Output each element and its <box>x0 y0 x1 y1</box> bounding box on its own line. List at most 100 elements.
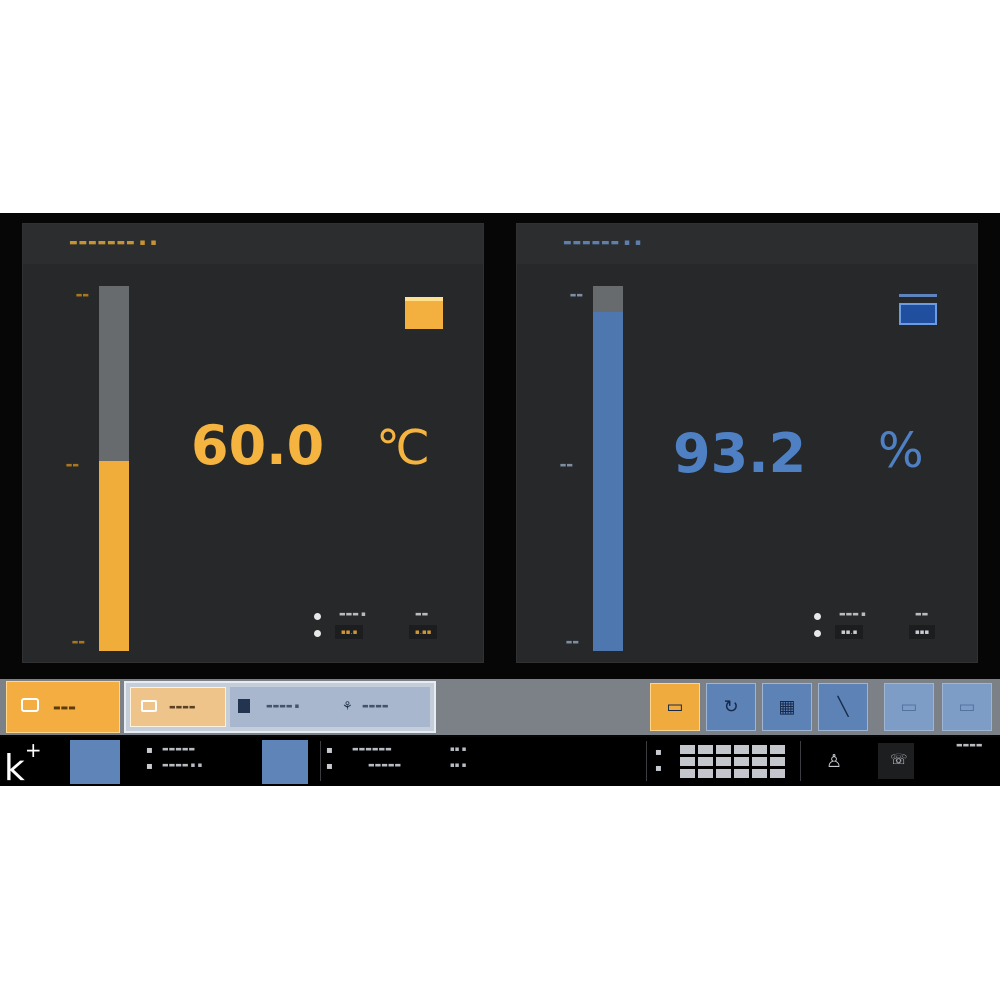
temperature-output-label: ▬▬ <box>415 610 429 618</box>
humidity-status-dot-1 <box>814 613 821 620</box>
temperature-setpoint-label: ▬▬▬ ▪ <box>339 610 366 618</box>
temperature-panel: ▬▬▬▬▬▬▬ ▪ ▪ ▬▬ ▬▬ ▬▬ 60.0 ℃ ▬▬▬ ▪ ▬▬ ▪▪.… <box>22 223 484 663</box>
program-button[interactable]: ▬▬▬▬ ▪ ⚘ ▬▬▬▬ <box>230 687 430 727</box>
refresh-icon: ↻ <box>723 696 739 718</box>
status-text-7: ▬▬▬▬ <box>956 741 983 749</box>
humidity-setpoint-value: ▪▪.▪ <box>835 625 864 639</box>
temperature-folder-icon[interactable] <box>405 297 443 329</box>
curve-button[interactable]: ╲ <box>818 683 868 731</box>
temperature-panel-title: ▬▬▬▬▬▬▬ ▪ ▪ <box>69 238 158 248</box>
humidity-level-fill <box>593 311 623 651</box>
temperature-scale-mid: ▬▬ <box>65 461 79 469</box>
folder-icon <box>238 699 250 713</box>
status-icon-5: ▪ <box>655 747 662 758</box>
status-grid-cell <box>698 757 713 766</box>
temperature-unit: ℃ <box>376 420 430 476</box>
humidity-unit: % <box>878 423 924 479</box>
humidity-panel-title: ▬▬▬▬▬▬ ▪ ▪ <box>563 238 642 248</box>
status-icon-6: ▪ <box>655 763 662 774</box>
monitor-button-label: ▬▬▬ <box>53 703 76 712</box>
window-button-1[interactable]: ▭ <box>884 683 934 731</box>
view-button-group: ▬▬▬▬ ▬▬▬▬ ▪ ⚘ ▬▬▬▬ <box>124 681 436 733</box>
temperature-setpoint-value: ▪▪.▪ <box>335 625 364 639</box>
status-grid-cell <box>734 769 749 778</box>
bottom-toolbar: ▬▬▬ ▬▬▬▬ ▬▬▬▬ ▪ ⚘ ▬▬▬▬ ▭ ↻ ▦ ╲ ▭ ▭ <box>0 679 1000 735</box>
grid-button[interactable]: ▦ <box>762 683 812 731</box>
status-text-4: ▬▬▬▬▬ <box>368 761 402 769</box>
status-grid-cell <box>734 757 749 766</box>
status-tile-1[interactable] <box>70 740 120 784</box>
status-separator-3 <box>800 741 801 781</box>
status-grid-cell <box>752 745 767 754</box>
humidity-output-value: ▪▪▪ <box>909 625 936 639</box>
status-text-6: ▪▪ ▪ <box>450 761 467 769</box>
control-screen: ▬▬▬▬▬▬▬ ▪ ▪ ▬▬ ▬▬ ▬▬ 60.0 ℃ ▬▬▬ ▪ ▬▬ ▪▪.… <box>0 213 1000 786</box>
curve-icon: ╲ <box>837 696 849 718</box>
program-button-label: ▬▬▬▬ ▪ <box>266 702 300 710</box>
network-icon: ⚘ <box>342 699 353 713</box>
status-icon-3: ▪ <box>326 745 333 756</box>
status-grid-cell <box>770 769 785 778</box>
temperature-scale-max: ▬▬ <box>75 291 89 299</box>
status-text-2: ▬▬▬▬ ▪ ▪ <box>162 761 203 769</box>
status-grid-cell <box>770 745 785 754</box>
temperature-status-dot-1 <box>314 613 321 620</box>
humidity-setpoint-label: ▬▬▬ ▪ <box>839 610 866 618</box>
status-grid-cell <box>680 757 695 766</box>
status-icon-4: ▪ <box>326 761 333 772</box>
humidity-value: 93.2 <box>673 422 807 485</box>
temperature-scale-min: ▬▬ <box>71 638 85 646</box>
screen-icon <box>141 700 157 712</box>
status-text-5: ▪▪ ▪ <box>450 745 467 753</box>
phone-button[interactable]: ☏ <box>878 743 914 779</box>
user-icon[interactable]: ♙ <box>826 751 842 772</box>
humidity-level-bar <box>593 286 623 651</box>
humidity-status-dot-2 <box>814 630 821 637</box>
humidity-badge-cap <box>899 294 937 297</box>
monitor-button[interactable]: ▬▬▬ <box>6 681 120 733</box>
humidity-scale-min: ▬▬ <box>565 638 579 646</box>
status-icon-2: ▪ <box>146 761 153 772</box>
temperature-value: 60.0 <box>191 414 325 477</box>
status-separator-1 <box>320 741 321 781</box>
status-separator-2 <box>646 741 647 781</box>
humidity-panel: ▬▬▬▬▬▬ ▪ ▪ ▬▬ ▬▬ ▬▬ 93.2 % ▬▬▬ ▪ ▬▬ ▪▪.▪… <box>516 223 978 663</box>
humidity-window-icon[interactable] <box>899 303 937 325</box>
humidity-scale-max: ▬▬ <box>569 291 583 299</box>
status-grid-cell <box>716 757 731 766</box>
phone-icon: ☏ <box>890 752 908 768</box>
status-grid-cell <box>716 745 731 754</box>
brand-logo: k+ <box>4 738 42 786</box>
temperature-panel-header: ▬▬▬▬▬▬▬ ▪ ▪ <box>23 224 483 264</box>
temperature-output-value: ▪.▪▪ <box>409 625 438 639</box>
window-button-2[interactable]: ▭ <box>942 683 992 731</box>
status-grid-cell <box>698 745 713 754</box>
temperature-level-bar <box>99 286 129 651</box>
screen-button[interactable]: ▬▬▬▬ <box>130 687 226 727</box>
window-icon: ▭ <box>900 696 918 718</box>
status-grid-cell <box>680 769 695 778</box>
network-button-label: ▬▬▬▬ <box>362 702 389 710</box>
status-icon-1: ▪ <box>146 745 153 756</box>
status-grid-cell <box>698 769 713 778</box>
status-tile-2[interactable] <box>262 740 308 784</box>
status-text-1: ▬▬▬▬▬ <box>162 745 196 753</box>
status-grid-cell <box>770 757 785 766</box>
grid-icon: ▦ <box>778 696 796 718</box>
status-text-3: ▬▬▬▬▬▬ <box>352 745 392 753</box>
monitor-icon <box>21 698 39 712</box>
window-icon: ▭ <box>958 696 976 718</box>
status-grid-cell <box>734 745 749 754</box>
status-grid-cell <box>680 745 695 754</box>
display-icon: ▭ <box>666 696 684 718</box>
status-grid-cell <box>716 769 731 778</box>
status-grid-cell <box>752 757 767 766</box>
screen-button-label: ▬▬▬▬ <box>169 703 196 711</box>
refresh-button[interactable]: ↻ <box>706 683 756 731</box>
humidity-output-label: ▬▬ <box>915 610 929 618</box>
temperature-status-dot-2 <box>314 630 321 637</box>
display-button[interactable]: ▭ <box>650 683 700 731</box>
temperature-level-fill <box>99 461 129 651</box>
humidity-scale-mid: ▬▬ <box>559 461 573 469</box>
status-grid-cell <box>752 769 767 778</box>
